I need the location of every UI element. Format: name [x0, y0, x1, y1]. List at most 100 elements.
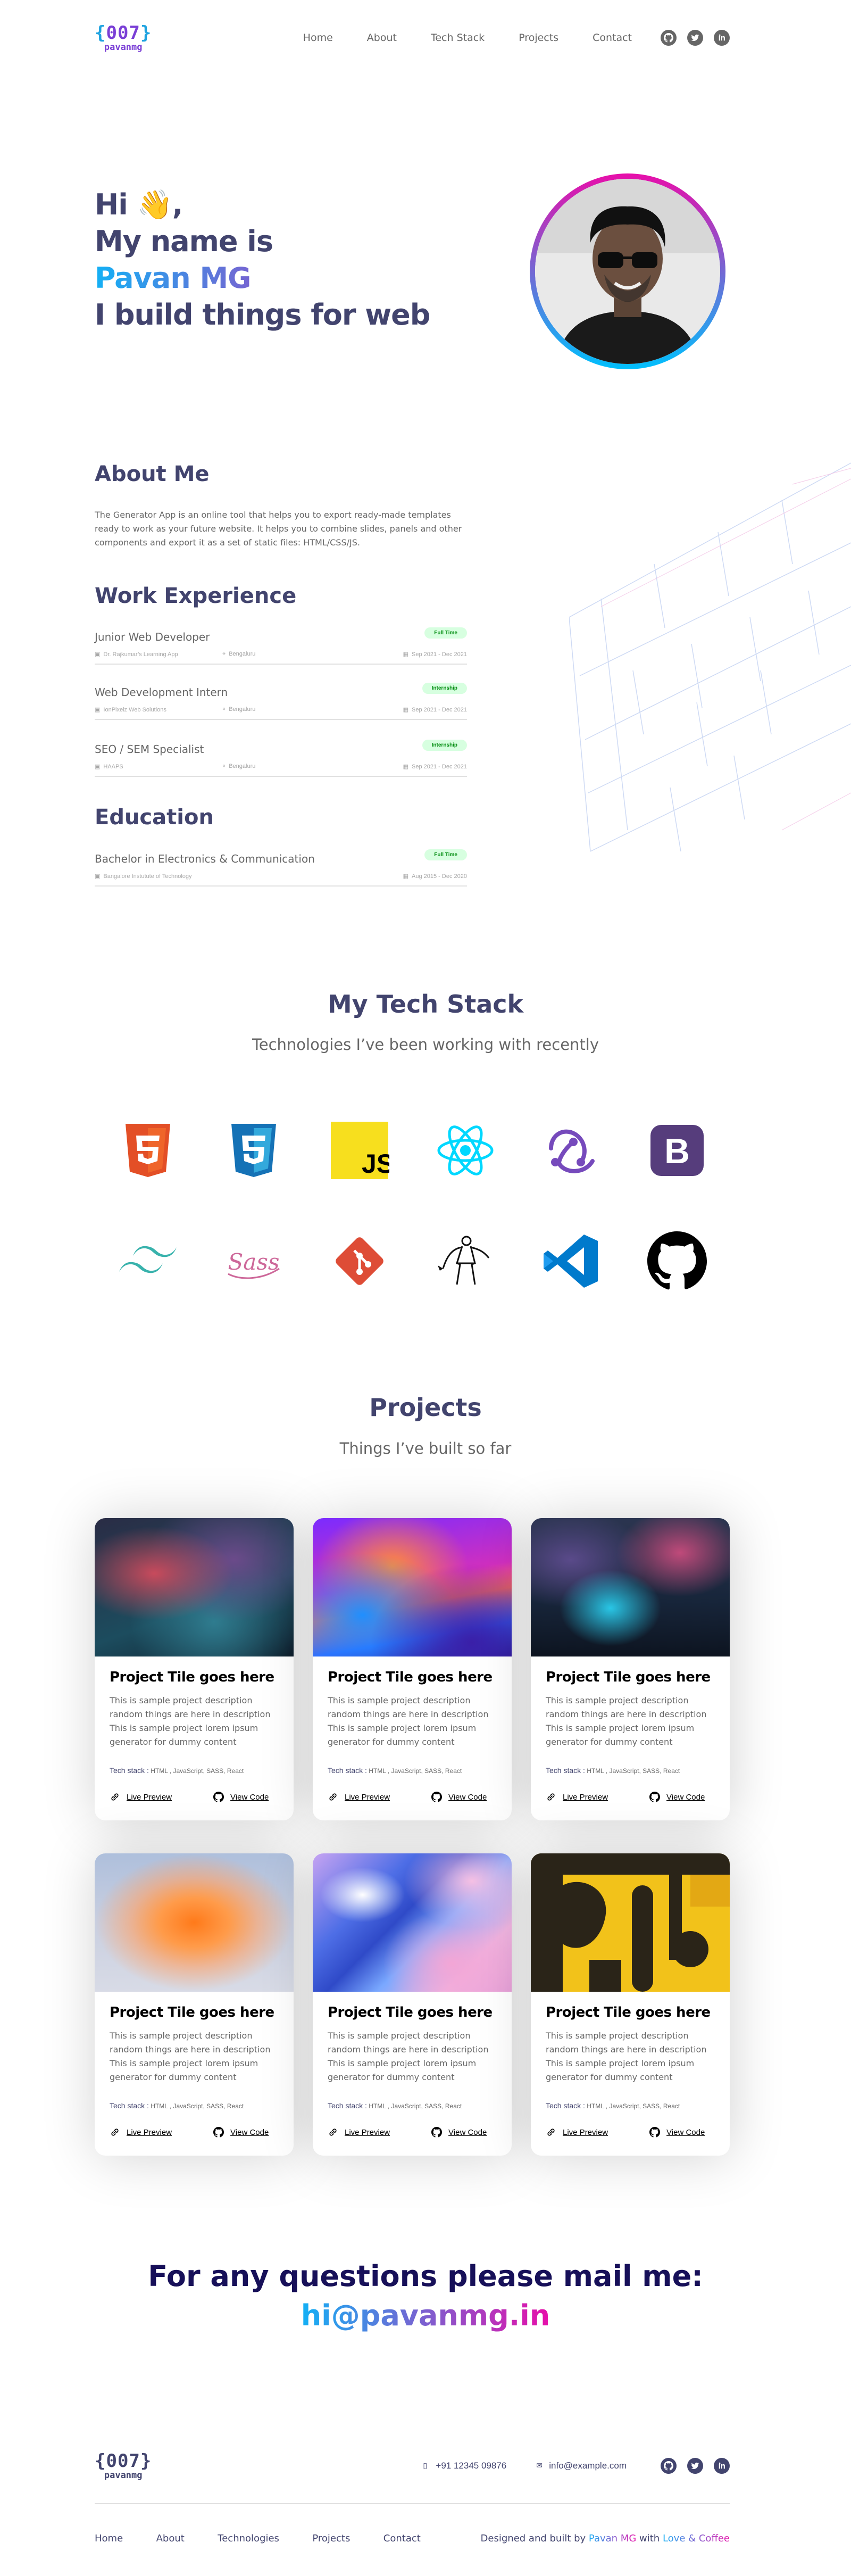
project-thumbnail: [95, 1853, 294, 1992]
project-tech-stack: Tech stack : HTML , JavaScript, SASS, Re…: [110, 2101, 244, 2110]
github-icon: [213, 1792, 224, 1802]
work-heading: Work Experience: [95, 584, 297, 608]
footer-credit: Designed and built by Pavan MG with Love…: [480, 2533, 730, 2544]
footer-phone[interactable]: ▯ +91 12345 09876: [423, 2461, 506, 2471]
sass-icon: Sass: [201, 1231, 306, 1291]
tailwind-icon: [95, 1231, 201, 1291]
logo[interactable]: {007} pavanmg: [95, 24, 152, 52]
project-title: Project Tile goes here: [328, 2005, 493, 2020]
live-preview-link[interactable]: Live Preview: [546, 1792, 608, 1802]
live-preview-link[interactable]: Live Preview: [328, 1792, 390, 1802]
link-icon: [329, 1793, 337, 1801]
github-icon: [431, 2127, 443, 2138]
experience-role: Junior Web Developer: [95, 631, 210, 643]
link-icon: [547, 2128, 555, 2136]
experience-location: Bengaluru: [229, 651, 256, 657]
project-card: Project Tile goes here This is sample pr…: [531, 1518, 730, 1820]
react-icon: [412, 1121, 518, 1180]
github-icon[interactable]: [661, 2458, 677, 2474]
view-code-link[interactable]: View Code: [431, 2127, 487, 2138]
project-description: This is sample project description rando…: [110, 1695, 271, 1747]
education-heading: Education: [95, 805, 214, 830]
css3-icon: [201, 1121, 306, 1180]
calendar-icon: ▦: [403, 873, 409, 880]
status-badge: Internship: [422, 740, 467, 751]
footer-divider: [95, 2503, 730, 2504]
github-icon: [649, 2127, 661, 2138]
tech-heading: My Tech Stack: [327, 990, 524, 1018]
live-preview-link[interactable]: Live Preview: [546, 2127, 608, 2138]
hero-greeting: Hi 👋,: [95, 188, 183, 221]
live-preview-link[interactable]: Live Preview: [110, 2127, 172, 2138]
education-dates: Aug 2015 - Dec 2020: [412, 873, 467, 880]
status-badge: Full Time: [424, 627, 467, 639]
thumbnail-art: [531, 1853, 730, 1992]
nav-about[interactable]: About: [367, 32, 397, 44]
project-card: Project Tile goes here This is sample pr…: [313, 1853, 512, 2156]
tech-grid: JS B Sass: [95, 1121, 730, 1291]
projects-grid: Project Tile goes here This is sample pr…: [95, 1518, 730, 2156]
nav-tech-stack[interactable]: Tech Stack: [431, 32, 485, 44]
project-tech-stack: Tech stack : HTML , JavaScript, SASS, Re…: [328, 2101, 462, 2110]
view-code-link[interactable]: View Code: [649, 2127, 705, 2138]
footer-email[interactable]: ✉ info@example.com: [536, 2461, 627, 2471]
linkedin-icon[interactable]: [714, 2458, 730, 2474]
github-icon: [649, 1792, 661, 1802]
education-degree: Bachelor in Electronics & Communication: [95, 852, 315, 865]
site-header: {007} pavanmg Home About Tech Stack Proj…: [95, 19, 730, 56]
about-heading: About Me: [95, 462, 210, 486]
git-icon: [306, 1231, 412, 1291]
project-card: Project Tile goes here This is sample pr…: [95, 1518, 294, 1820]
hero-tagline: I build things for web: [95, 298, 430, 332]
view-code-link[interactable]: View Code: [213, 1792, 269, 1802]
view-code-link[interactable]: View Code: [649, 1792, 705, 1802]
project-description: This is sample project description rando…: [110, 2031, 271, 2082]
view-code-link[interactable]: View Code: [431, 1792, 487, 1802]
nav-contact[interactable]: Contact: [593, 32, 632, 44]
main-nav: Home About Tech Stack Projects Contact: [303, 32, 632, 44]
javascript-icon: JS: [306, 1121, 412, 1180]
mail-icon: ✉: [536, 2461, 543, 2470]
live-preview-link[interactable]: Live Preview: [110, 1792, 172, 1802]
location-icon: ⌖: [222, 763, 226, 769]
project-thumbnail: [313, 1853, 512, 1992]
footer-nav-technologies[interactable]: Technologies: [218, 2533, 279, 2544]
footer-nav-about[interactable]: About: [156, 2533, 185, 2544]
avatar-photo: [535, 179, 720, 364]
footer-nav: Home About Technologies Projects Contact: [95, 2533, 452, 2544]
project-description: This is sample project description rando…: [546, 1695, 707, 1747]
bootstrap-label: B: [664, 1131, 690, 1171]
experience-dates: Sep 2021 - Dec 2021: [412, 707, 467, 713]
calendar-icon: ▦: [403, 651, 409, 658]
location-icon: ⌖: [222, 706, 226, 713]
twitter-icon[interactable]: [687, 30, 703, 46]
email-link[interactable]: hi@pavanmg.in: [301, 2299, 550, 2332]
github-icon[interactable]: [661, 30, 677, 46]
nav-projects[interactable]: Projects: [519, 32, 558, 44]
location-icon: ⌖: [222, 651, 226, 657]
live-preview-link[interactable]: Live Preview: [328, 2127, 390, 2138]
footer-logo[interactable]: {007} pavanmg: [95, 2452, 152, 2480]
experience-role: SEO / SEM Specialist: [95, 743, 204, 756]
bootstrap-icon: B: [624, 1121, 730, 1180]
building-icon: ▣: [95, 707, 101, 713]
linkedin-icon[interactable]: [714, 30, 730, 46]
building-icon: ▣: [95, 873, 101, 880]
sass-label: Sass: [228, 1249, 279, 1275]
js-label: JS: [362, 1149, 389, 1179]
view-code-link[interactable]: View Code: [213, 2127, 269, 2138]
link-icon: [111, 1793, 119, 1801]
twitter-icon[interactable]: [687, 2458, 703, 2474]
project-card: Project Tile goes here This is sample pr…: [95, 1853, 294, 2156]
footer-nav-projects[interactable]: Projects: [312, 2533, 350, 2544]
footer-social-links: [661, 2458, 730, 2474]
project-thumbnail: [531, 1853, 730, 1992]
building-icon: ▣: [95, 651, 101, 658]
nav-home[interactable]: Home: [303, 32, 333, 44]
project-description: This is sample project description rando…: [328, 1695, 489, 1747]
calendar-icon: ▦: [403, 764, 409, 770]
footer-nav-home[interactable]: Home: [95, 2533, 123, 2544]
status-badge: Internship: [422, 683, 467, 694]
tech-subheading: Technologies I’ve been working with rece…: [252, 1036, 599, 1054]
footer-nav-contact[interactable]: Contact: [383, 2533, 421, 2544]
